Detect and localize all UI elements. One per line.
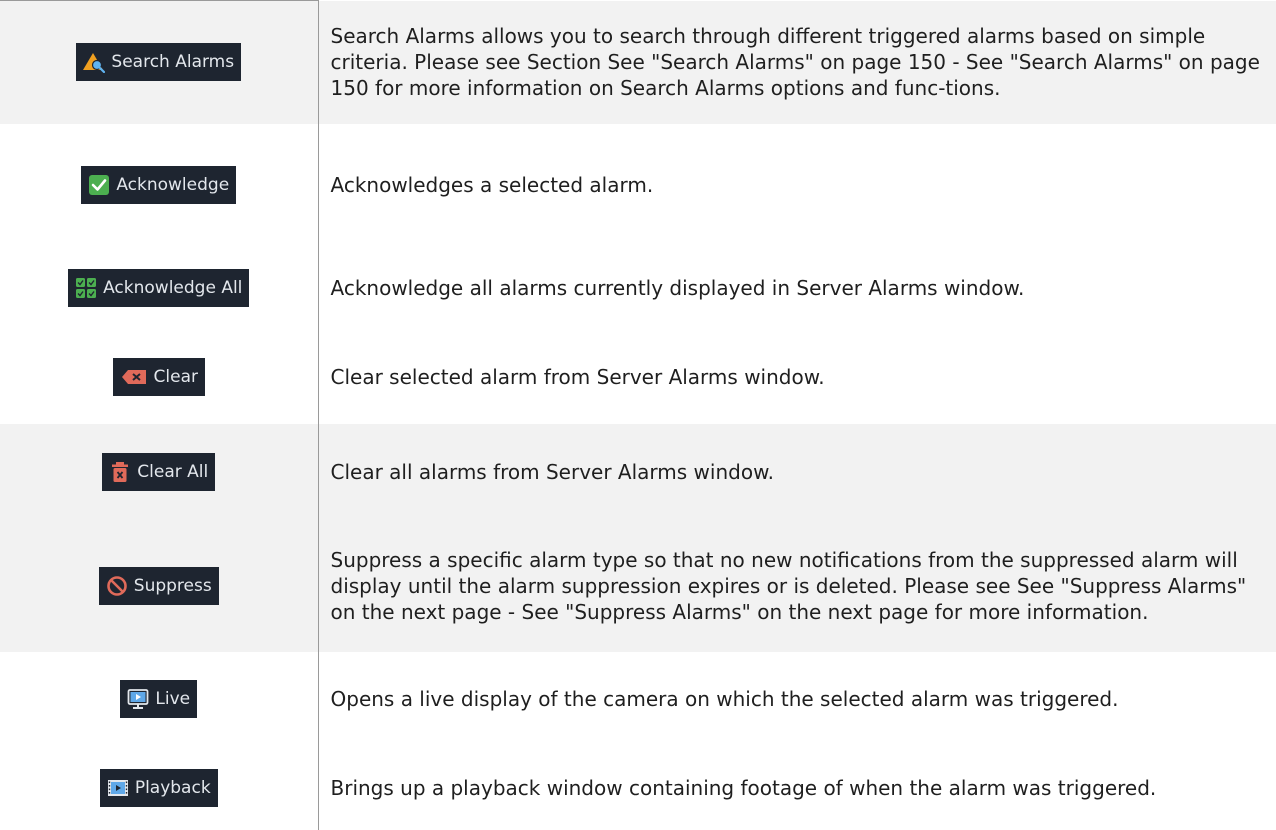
table-row: Playback Brings up a playback window con…: [0, 746, 1276, 830]
icon-cell: Clear: [0, 329, 319, 424]
icon-cell: Clear All: [0, 423, 319, 520]
acknowledge-button: Acknowledge: [81, 165, 237, 204]
description: Clear selected alarm from Server Alarms …: [318, 329, 1276, 424]
button-label: Clear: [153, 366, 198, 387]
button-label: Clear All: [137, 461, 209, 482]
prohibited-icon: [106, 575, 128, 597]
film-play-icon: [107, 777, 129, 799]
clear-all-button: Clear All: [102, 452, 216, 491]
table-row: Suppress Suppress a specific alarm type …: [0, 519, 1276, 652]
acknowledge-all-button: Acknowledge All: [68, 268, 250, 307]
description: Acknowledge all alarms currently display…: [318, 245, 1276, 330]
icon-cell: Playback: [0, 746, 319, 830]
live-button: Live: [120, 680, 198, 718]
description: Opens a live display of the camera on wh…: [318, 651, 1276, 747]
button-label: Acknowledge: [116, 174, 230, 195]
clear-button: Clear: [112, 357, 205, 396]
table-row: Clear All Clear all alarms from Server A…: [0, 423, 1276, 520]
button-reference-table: Search Alarms Search Alarms allows you t…: [0, 0, 1276, 830]
description: Acknowledges a selected alarm.: [318, 123, 1276, 246]
table-row: Search Alarms Search Alarms allows you t…: [0, 0, 1276, 124]
backspace-icon: [120, 366, 148, 388]
icon-cell: Acknowledge: [0, 123, 319, 246]
table-row: Clear Clear selected alarm from Server A…: [0, 329, 1276, 424]
button-label: Playback: [134, 778, 211, 798]
icon-cell: Suppress: [0, 519, 319, 652]
table-row: Live Opens a live display of the camera …: [0, 651, 1276, 747]
description: Clear all alarms from Server Alarms wind…: [318, 423, 1276, 520]
icon-cell: Live: [0, 651, 319, 747]
description: Suppress a specific alarm type so that n…: [318, 519, 1276, 652]
checkmark-grid-icon: [75, 277, 97, 299]
button-label: Live: [155, 689, 191, 709]
table-row: Acknowledge Acknowledges a selected alar…: [0, 123, 1276, 246]
trash-icon: [109, 461, 131, 483]
search-alarms-button: Search Alarms: [76, 43, 242, 82]
playback-button: Playback: [99, 769, 218, 807]
suppress-button: Suppress: [98, 566, 219, 605]
description: Brings up a playback window containing f…: [318, 746, 1276, 830]
button-label: Suppress: [133, 575, 212, 596]
table-row: Acknowledge All Acknowledge all alarms c…: [0, 245, 1276, 330]
button-label: Search Alarms: [111, 52, 235, 73]
monitor-play-icon: [127, 688, 149, 710]
icon-cell: Search Alarms: [0, 0, 319, 124]
checkmark-icon: [88, 174, 110, 196]
icon-cell: Acknowledge All: [0, 245, 319, 330]
search-alarms-icon: [83, 51, 106, 74]
button-label: Acknowledge All: [103, 277, 243, 298]
description: Search Alarms allows you to search throu…: [318, 0, 1276, 124]
